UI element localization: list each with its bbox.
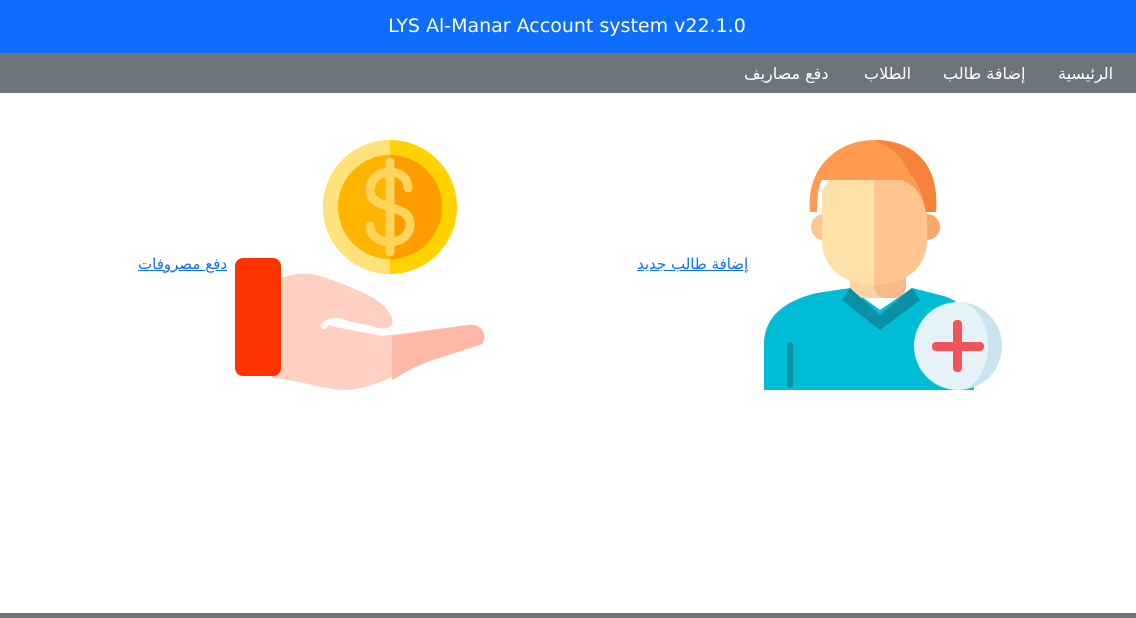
nav-item-home[interactable]: الرئيسية [1058, 53, 1113, 93]
pay-expenses-link[interactable]: دفع مصروفات [138, 255, 234, 273]
add-student-link[interactable]: إضافة طالب جديد [637, 255, 757, 273]
nav-item-pay-fees[interactable]: دفع مصاريف [744, 53, 828, 93]
app-title: LYS Al-Manar Account system v22.1.0 [388, 15, 746, 37]
top-navbar: الرئيسية إضافة طالب الطلاب دفع مصاريف [0, 53, 1136, 93]
footer-divider [0, 613, 1136, 618]
app-header: LYS Al-Manar Account system v22.1.0 [0, 0, 1136, 53]
nav-item-students[interactable]: الطلاب [864, 53, 911, 93]
nav-item-add-student[interactable]: إضافة طالب [943, 53, 1025, 93]
add-user-icon[interactable] [762, 140, 1004, 392]
hand-coin-icon[interactable] [232, 140, 490, 394]
